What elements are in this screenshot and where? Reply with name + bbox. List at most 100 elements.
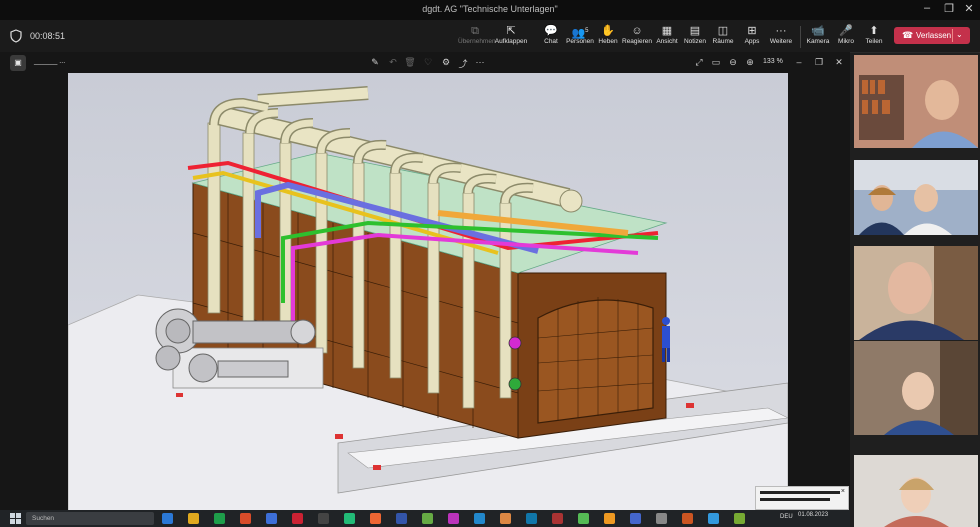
shield-icon bbox=[10, 29, 22, 43]
minimize-share-icon[interactable]: – bbox=[792, 57, 806, 67]
taskbar-app-icon[interactable] bbox=[656, 513, 667, 524]
taskbar-app-icon[interactable] bbox=[266, 513, 277, 524]
share-button[interactable]: ⬆ Teilen bbox=[862, 24, 886, 50]
taskbar-app-icon[interactable] bbox=[604, 513, 615, 524]
leave-button[interactable]: ☎ Verlassen ⌄ bbox=[894, 27, 970, 44]
people-count-badge: 5 bbox=[585, 28, 589, 34]
participant-video-2[interactable] bbox=[854, 160, 978, 235]
maximize-icon[interactable]: ❐ bbox=[938, 2, 960, 18]
more-options-icon[interactable]: ··· bbox=[473, 57, 487, 67]
react-icon: ☺ bbox=[631, 25, 643, 37]
notification-line bbox=[760, 498, 830, 501]
close-icon[interactable]: ✕ bbox=[958, 2, 980, 18]
taskbar-app-icon[interactable] bbox=[474, 513, 485, 524]
taskbar-date: 01.08.2023 bbox=[798, 512, 829, 518]
raise-hand-icon: ✋ bbox=[601, 25, 615, 37]
camera-button[interactable]: 📹 Kamera bbox=[806, 24, 830, 50]
participant-video-5[interactable] bbox=[854, 455, 978, 527]
participant-image bbox=[854, 341, 978, 435]
close-share-icon[interactable]: ✕ bbox=[832, 57, 846, 68]
marker bbox=[686, 403, 694, 408]
share-out-icon[interactable]: ⤴ bbox=[456, 57, 470, 70]
more-button[interactable]: ··· Weitere bbox=[767, 24, 795, 50]
taskbar-app-icon[interactable] bbox=[370, 513, 381, 524]
phone-hangup-icon: ☎ bbox=[902, 30, 914, 40]
taskbar-app-icon[interactable] bbox=[344, 513, 355, 524]
taskbar-app-icon[interactable] bbox=[526, 513, 537, 524]
popout-button[interactable]: ⇱ Aufklappen bbox=[494, 24, 528, 50]
microphone-button[interactable]: 🎤 Mikro bbox=[834, 24, 858, 50]
taskbar-app-icon[interactable] bbox=[188, 513, 199, 524]
zoom-level: 133 % bbox=[763, 58, 783, 65]
notes-icon: ▤ bbox=[689, 25, 701, 37]
popout-icon: ⇱ bbox=[506, 25, 516, 37]
view-button[interactable]: ▦ Ansicht bbox=[654, 24, 680, 50]
toolbar-divider bbox=[800, 26, 801, 48]
chat-button[interactable]: 💬 Chat bbox=[538, 24, 564, 50]
taskbar-app-icon[interactable] bbox=[396, 513, 407, 524]
taskbar-app-icon[interactable] bbox=[162, 513, 173, 524]
manifold-end-cap bbox=[559, 189, 583, 213]
participant-video-3[interactable] bbox=[854, 246, 978, 340]
taskbar-app-icon[interactable] bbox=[214, 513, 225, 524]
leave-divider bbox=[952, 29, 953, 42]
participant-video-4[interactable] bbox=[854, 341, 978, 435]
view-icon: ▦ bbox=[661, 25, 673, 37]
more-icon: ··· bbox=[775, 25, 787, 37]
fit-icon[interactable]: ▭ bbox=[709, 57, 723, 68]
rooms-button[interactable]: ◫ Räume bbox=[710, 24, 736, 50]
chevron-down-icon[interactable]: ⌄ bbox=[956, 30, 963, 39]
taskbar-clock[interactable]: 01.08.2023 bbox=[798, 512, 828, 519]
notification-popup[interactable]: × bbox=[755, 486, 849, 510]
taskbar-app-icon[interactable] bbox=[734, 513, 745, 524]
react-button[interactable]: ☺ Reagieren bbox=[622, 24, 652, 50]
people-icon: 👥5 bbox=[571, 27, 589, 40]
settings-icon[interactable]: ⚙ bbox=[439, 57, 453, 68]
participant-image bbox=[854, 455, 978, 527]
zoom-in-icon[interactable]: ⊕ bbox=[743, 57, 757, 68]
notes-button[interactable]: ▤ Notizen bbox=[682, 24, 708, 50]
minimize-icon[interactable]: – bbox=[916, 2, 938, 18]
marker bbox=[176, 393, 183, 397]
taskbar-app-icon[interactable] bbox=[630, 513, 641, 524]
people-button[interactable]: 👥5 Personen bbox=[566, 24, 594, 50]
meeting-timer: 00:08:51 bbox=[30, 31, 66, 41]
heart-icon[interactable]: ♡ bbox=[421, 57, 435, 68]
taskbar-app-icon[interactable] bbox=[552, 513, 563, 524]
windows-start-icon[interactable] bbox=[10, 513, 21, 524]
language-indicator[interactable]: DEU bbox=[780, 514, 793, 520]
taskbar-app-icon[interactable] bbox=[500, 513, 511, 524]
taskbar-app-icon[interactable] bbox=[240, 513, 251, 524]
blower-assembly bbox=[155, 308, 324, 389]
take-control-button[interactable]: ⧉ Übernehmen bbox=[458, 24, 496, 50]
restore-share-icon[interactable]: ❐ bbox=[812, 57, 826, 68]
taskbar-app-icon[interactable] bbox=[682, 513, 693, 524]
raise-hand-button[interactable]: ✋ Heben bbox=[596, 24, 620, 50]
taskbar-app-icon[interactable] bbox=[422, 513, 433, 524]
windows-taskbar: Suchen DEU 01.08.2023 bbox=[0, 510, 850, 527]
taskbar-app-icon[interactable] bbox=[448, 513, 459, 524]
share-owner-name: ______ ... bbox=[34, 58, 66, 65]
undo-icon[interactable]: ↶ bbox=[386, 57, 400, 68]
fullscreen-icon[interactable]: ⤢ bbox=[692, 57, 706, 68]
participant-image bbox=[854, 160, 978, 235]
meeting-toolbar: 00:08:51 ⧉ Übernehmen ⇱ Aufklappen 💬 Cha… bbox=[0, 20, 980, 53]
rooms-icon: ◫ bbox=[717, 25, 729, 37]
apps-button[interactable]: ⊞ Apps bbox=[740, 24, 764, 50]
participant-video-1[interactable] bbox=[854, 55, 978, 148]
taskbar-app-icon[interactable] bbox=[578, 513, 589, 524]
annotate-icon[interactable]: ✎ bbox=[368, 57, 382, 68]
delete-icon[interactable]: 🗑 bbox=[403, 57, 417, 68]
taskbar-app-icon[interactable] bbox=[708, 513, 719, 524]
taskbar-app-icon[interactable] bbox=[292, 513, 303, 524]
take-control-icon: ⧉ bbox=[471, 25, 479, 37]
camera-icon: 📹 bbox=[811, 25, 825, 37]
close-icon[interactable]: × bbox=[841, 488, 845, 495]
cad-viewport[interactable] bbox=[68, 73, 788, 511]
taskbar-search[interactable]: Suchen bbox=[26, 512, 154, 525]
share-header: ▣ ______ ... ✎ ↶ 🗑 ♡ ⚙ ⤴ ··· ⤢ ▭ ⊖ ⊕ 133… bbox=[0, 52, 850, 72]
taskbar-app-icon[interactable] bbox=[318, 513, 329, 524]
microphone-icon: 🎤 bbox=[839, 25, 853, 37]
zoom-out-icon[interactable]: ⊖ bbox=[726, 57, 740, 68]
shared-screen: ▣ ______ ... ✎ ↶ 🗑 ♡ ⚙ ⤴ ··· ⤢ ▭ ⊖ ⊕ 133… bbox=[0, 52, 850, 522]
